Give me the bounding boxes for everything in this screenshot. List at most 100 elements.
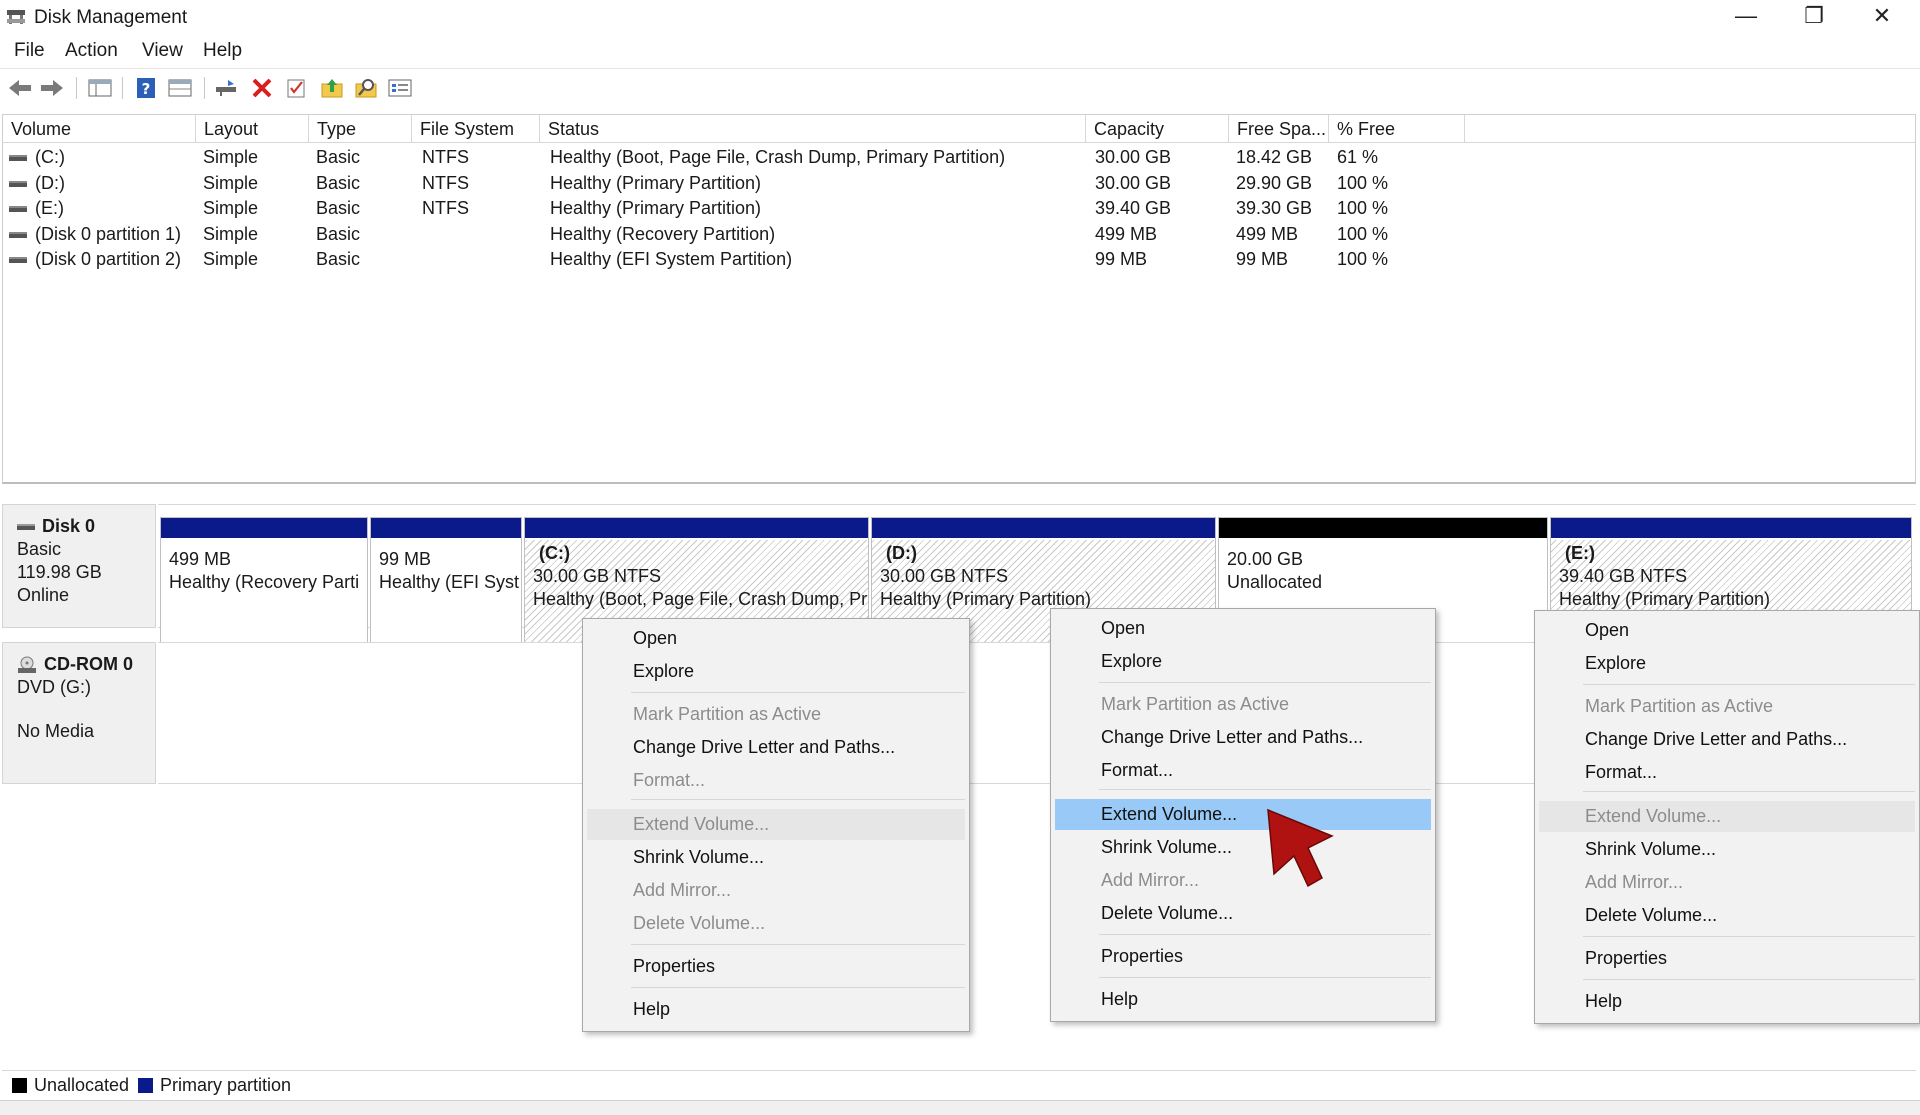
search-icon[interactable] xyxy=(352,75,380,101)
table-row[interactable]: (Disk 0 partition 2) Simple Basic Healthy (… xyxy=(3,247,1915,272)
col-volume[interactable]: Volume xyxy=(3,115,196,143)
close-button[interactable]: ✕ xyxy=(1850,0,1914,34)
menu-item-help[interactable]: Help xyxy=(1539,986,1915,1017)
help-icon[interactable]: ? xyxy=(132,75,160,101)
menu-item-explore[interactable]: Explore xyxy=(1055,646,1431,677)
table-row[interactable]: (Disk 0 partition 1) Simple Basic Healthy (… xyxy=(3,222,1915,247)
col-percent-free[interactable]: % Free xyxy=(1329,115,1465,143)
volume-name: (D:) xyxy=(35,172,65,193)
cell-percent-free: 100 % xyxy=(1337,172,1389,193)
cell-free-space: 29.90 GB xyxy=(1236,172,1313,193)
disk-0-type: Basic xyxy=(17,539,62,559)
legend-unallocated-label: Unallocated xyxy=(34,1075,130,1095)
cell-layout: Simple xyxy=(203,172,259,193)
menu-item-help[interactable]: Help xyxy=(1055,984,1431,1015)
menu-item-format: Format... xyxy=(633,770,706,790)
menu-item-properties[interactable]: Properties xyxy=(587,951,965,982)
disk-0-size: 119.98 GB xyxy=(17,562,102,582)
volume-name: (C:) xyxy=(35,147,65,167)
menu-action[interactable]: Action xyxy=(65,40,118,62)
menu-separator xyxy=(1099,789,1431,790)
col-free-space[interactable]: Free Spa... xyxy=(1229,115,1329,143)
col-type[interactable]: Type xyxy=(309,115,412,143)
cell-capacity: 499 MB xyxy=(1095,223,1158,244)
menu-item-help[interactable]: Help xyxy=(587,994,965,1025)
menu-file[interactable]: File xyxy=(14,40,45,62)
table-row[interactable]: (D:) Simple Basic NTFS Healthy (Primary Part… xyxy=(3,171,1915,196)
menu-item-explore[interactable]: Explore xyxy=(587,656,965,687)
cell-percent-free: 100 % xyxy=(1337,198,1389,218)
cell-volume: (E:) xyxy=(3,196,64,221)
volume-icon xyxy=(9,180,27,187)
properties-icon[interactable] xyxy=(282,75,310,101)
table-row[interactable]: (E:) Simple Basic NTFS Healthy (Primary Part… xyxy=(3,196,1915,221)
partition-efi[interactable]: 99 MB Healthy (EFI Syst xyxy=(370,517,522,645)
menu-separator xyxy=(1583,936,1915,937)
menu-view[interactable]: View xyxy=(142,40,183,62)
toolbar-separator xyxy=(122,77,123,99)
menu-item-explore[interactable]: Explore xyxy=(1539,648,1915,679)
console-tree-icon[interactable] xyxy=(86,75,114,101)
up-folder-icon[interactable] xyxy=(318,75,346,101)
menu-item-open[interactable]: Open xyxy=(587,623,965,654)
menu-item-mark-partition-as-active: Mark Partition as Active xyxy=(1101,694,1290,714)
minimize-button[interactable]: — xyxy=(1714,0,1778,34)
table-row[interactable]: (C:) Simple Basic NTFS Healthy (Boot, Page F… xyxy=(3,145,1915,170)
menu-item-delete-volume[interactable]: Delete Volume... xyxy=(1055,898,1431,929)
menu-item-shrink-volume[interactable]: Shrink Volume... xyxy=(587,842,965,873)
partition-recovery[interactable]: 499 MB Healthy (Recovery Parti xyxy=(160,517,368,645)
delete-icon[interactable] xyxy=(248,75,276,101)
partition-status: Healthy (Recovery Parti xyxy=(169,572,360,592)
col-status[interactable]: Status xyxy=(540,115,1086,143)
cell-type: Basic xyxy=(316,223,361,244)
partition-status: Healthy (EFI Syst xyxy=(379,572,520,592)
settings-list-icon[interactable] xyxy=(386,75,414,101)
partition-status: Healthy (Primary Partition) xyxy=(1559,589,1771,609)
menu-item-properties[interactable]: Properties xyxy=(1539,943,1915,974)
volume-name: (E:) xyxy=(35,198,64,218)
menu-item-open[interactable]: Open xyxy=(1539,615,1915,646)
maximize-button[interactable]: ❐ xyxy=(1782,0,1846,34)
cell-capacity: 30.00 GB xyxy=(1095,147,1172,167)
menu-item-extend-volume[interactable]: Extend Volume... xyxy=(1055,799,1431,830)
menu-item-change-drive-letter-and-paths[interactable]: Change Drive Letter and Paths... xyxy=(587,732,965,763)
partition-status: Healthy (Boot, Page File, Crash Dump, Pr xyxy=(533,589,868,609)
col-capacity[interactable]: Capacity xyxy=(1086,115,1229,143)
col-layout[interactable]: Layout xyxy=(196,115,309,143)
back-arrow-icon[interactable] xyxy=(6,75,34,101)
disk-0-label[interactable]: Disk 0 Basic 119.98 GB Online xyxy=(2,504,156,628)
show-hide-icon[interactable] xyxy=(166,75,194,101)
forward-arrow-icon[interactable] xyxy=(38,75,66,101)
cdrom-0-label[interactable]: CD-ROM 0 DVD (G:) No Media xyxy=(2,642,156,784)
menu-item-format[interactable]: Format... xyxy=(1539,757,1915,788)
menu-separator xyxy=(631,944,965,945)
menu-help[interactable]: Help xyxy=(203,40,242,62)
menu-item-format[interactable]: Format... xyxy=(1055,755,1431,786)
menu-item-properties[interactable]: Properties xyxy=(1055,941,1431,972)
col-file-system[interactable]: File System xyxy=(412,115,540,143)
volume-list-header: Volume Layout Type File System Status Ca… xyxy=(3,115,1915,143)
menu-separator xyxy=(1583,791,1915,792)
legend-primary-swatch xyxy=(138,1078,153,1093)
cell-type: Basic xyxy=(316,249,361,269)
menu-item-change-drive-letter-and-paths[interactable]: Change Drive Letter and Paths... xyxy=(1539,724,1915,755)
menu-bar: File Action View Help xyxy=(0,36,1920,66)
menu-item-shrink-volume[interactable]: Shrink Volume... xyxy=(1539,834,1915,865)
volume-name: (Disk 0 partition 1) xyxy=(35,223,182,244)
cell-volume: (C:) xyxy=(3,145,65,170)
connect-icon[interactable] xyxy=(212,75,240,101)
partition-title: (E:) xyxy=(1565,543,1595,563)
cell-percent-free: 61 % xyxy=(1337,147,1379,167)
menu-item-open[interactable]: Open xyxy=(1055,613,1431,644)
menu-item-shrink-volume[interactable]: Shrink Volume... xyxy=(1055,832,1431,863)
cell-layout: Simple xyxy=(203,198,259,218)
menu-separator xyxy=(631,987,965,988)
menu-item-extend-volume: Extend Volume... xyxy=(1539,801,1915,832)
disk-management-app-icon xyxy=(7,10,25,24)
menu-item-delete-volume[interactable]: Delete Volume... xyxy=(1539,900,1915,931)
context-menu-c: Open Explore Mark Partition as Active Chang… xyxy=(582,618,970,1032)
menu-item-change-drive-letter-and-paths[interactable]: Change Drive Letter and Paths... xyxy=(1055,722,1431,753)
title-bar: Disk Management — ❐ ✕ xyxy=(0,0,1920,36)
volume-icon xyxy=(9,206,27,213)
cell-percent-free: 100 % xyxy=(1337,249,1389,269)
